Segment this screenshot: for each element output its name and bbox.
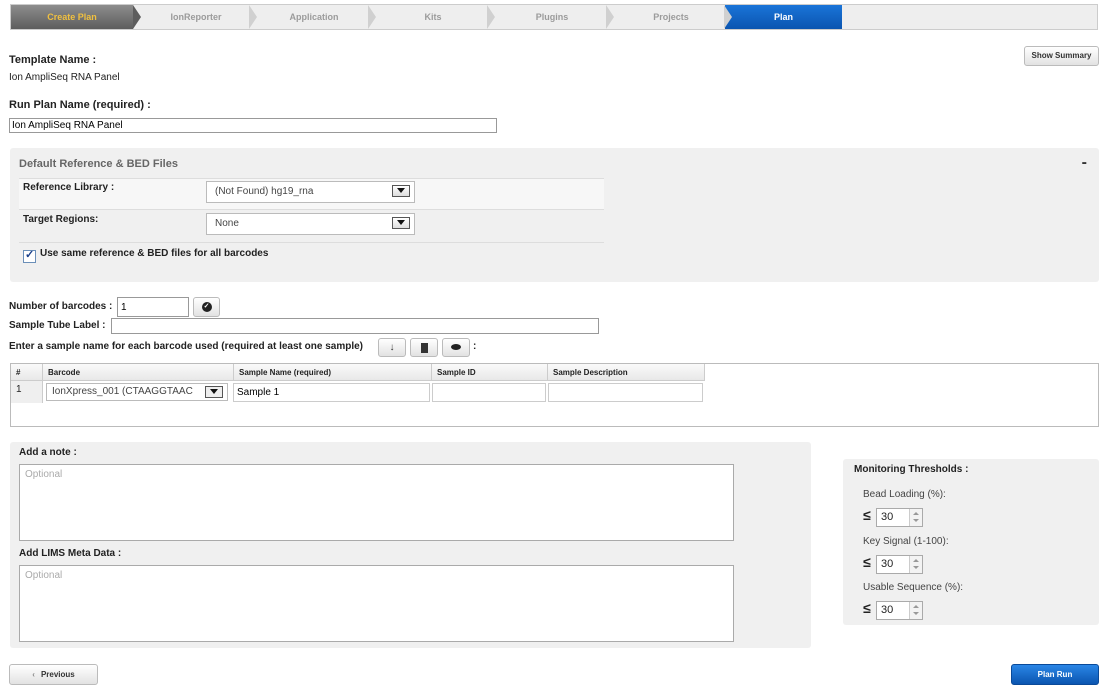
barcode-select[interactable]: IonXpress_001 (CTAAGGTAAC (46, 383, 228, 401)
template-name-label: Template Name : (9, 54, 97, 66)
run-plan-name-label: Run Plan Name (required) : (9, 99, 151, 111)
step-plan[interactable]: Plan (725, 5, 842, 29)
col-header-sample-name: Sample Name (required) (234, 364, 432, 381)
lims-label: Add LIMS Meta Data : (19, 548, 122, 559)
eye-icon (451, 344, 461, 350)
le-icon: ≤ (863, 507, 871, 523)
spinner-arrows-icon[interactable] (909, 556, 922, 573)
previous-button[interactable]: ‹ Previous (9, 664, 98, 685)
step-create-plan[interactable]: Create Plan (11, 5, 133, 29)
same-files-checkbox[interactable]: ✓ (23, 249, 36, 263)
note-textarea[interactable]: Optional (19, 464, 734, 541)
sample-name-input[interactable] (233, 383, 430, 402)
usable-sequence-label: Usable Sequence (%): (863, 582, 964, 593)
step-separator (606, 5, 614, 29)
spinner-arrows-icon[interactable] (909, 602, 922, 619)
step-application[interactable]: Application (259, 5, 369, 29)
collapse-button[interactable]: - (1082, 154, 1087, 172)
note-placeholder: Optional (25, 469, 63, 480)
samples-table: # Barcode Sample Name (required) Sample … (10, 363, 1099, 427)
apply-barcodes-button[interactable]: ✓ (193, 297, 220, 317)
reference-library-label: Reference Library : (23, 182, 115, 193)
lims-textarea[interactable]: Optional (19, 565, 734, 642)
reference-library-select[interactable]: (Not Found) hg19_rna (206, 181, 415, 203)
trash-icon (420, 343, 428, 353)
spinner-arrows-icon[interactable] (909, 509, 922, 526)
barcode-value: IonXpress_001 (CTAAGGTAAC (52, 386, 193, 397)
bead-loading-label: Bead Loading (%): (863, 489, 946, 500)
add-note-label: Add a note : (19, 447, 77, 458)
number-of-barcodes-label: Number of barcodes : (9, 301, 113, 312)
notes-panel: Add a note : Optional Add LIMS Meta Data… (10, 442, 811, 648)
col-header-barcode: Barcode (43, 364, 234, 381)
step-ionreporter[interactable]: IonReporter (141, 5, 251, 29)
delete-button[interactable] (410, 338, 438, 357)
col-header-sample-id: Sample ID (432, 364, 548, 381)
bead-loading-value: 30 (881, 511, 894, 523)
chevron-down-icon (392, 217, 410, 229)
step-separator (133, 5, 141, 29)
download-button[interactable]: ↓ (378, 338, 406, 357)
usable-sequence-value: 30 (881, 604, 894, 616)
sample-instruction: Enter a sample name for each barcode use… (9, 341, 364, 352)
plan-run-button[interactable]: Plan Run (1011, 664, 1099, 685)
reference-panel: Default Reference & BED Files - Referenc… (10, 148, 1099, 282)
sample-tube-label: Sample Tube Label : (9, 320, 106, 331)
le-icon: ≤ (863, 554, 871, 570)
col-header-sample-description: Sample Description (548, 364, 705, 381)
key-signal-label: Key Signal (1-100): (863, 536, 949, 547)
step-separator (487, 5, 495, 29)
download-arrow-icon: ↓ (389, 342, 395, 353)
step-separator (249, 5, 257, 29)
same-files-label: Use same reference & BED files for all b… (40, 248, 269, 259)
sample-tube-label-input[interactable] (111, 318, 599, 334)
reference-library-value: (Not Found) hg19_rna (215, 186, 314, 197)
target-regions-select[interactable]: None (206, 213, 415, 235)
target-regions-value: None (215, 218, 239, 229)
lims-placeholder: Optional (25, 570, 63, 581)
key-signal-value: 30 (881, 558, 894, 570)
row-number: 1 (11, 381, 43, 403)
thresholds-panel: Monitoring Thresholds : Bead Loading (%)… (843, 459, 1099, 625)
target-regions-label: Target Regions: (23, 214, 99, 225)
step-separator (368, 5, 376, 29)
col-header-num: # (11, 364, 43, 381)
wizard-steps: Create Plan IonReporter Application Kits… (10, 4, 1098, 30)
instruction-suffix: : (473, 341, 477, 352)
key-signal-input[interactable]: 30 (876, 555, 923, 574)
sample-id-input[interactable] (432, 383, 546, 402)
template-name-value: Ion AmpliSeq RNA Panel (9, 72, 120, 83)
step-plugins[interactable]: Plugins (497, 5, 607, 29)
step-projects[interactable]: Projects (616, 5, 726, 29)
step-separator (724, 5, 732, 29)
reference-panel-title: Default Reference & BED Files (19, 158, 178, 170)
view-button[interactable] (442, 338, 470, 357)
bead-loading-input[interactable]: 30 (876, 508, 923, 527)
sample-description-input[interactable] (548, 383, 703, 402)
checkmark-icon: ✓ (25, 249, 35, 261)
table-row: 1 IonXpress_001 (CTAAGGTAAC (11, 381, 705, 403)
run-plan-name-input[interactable] (9, 118, 497, 133)
step-kits[interactable]: Kits (378, 5, 488, 29)
usable-sequence-input[interactable]: 30 (876, 601, 923, 620)
check-circle-icon: ✓ (201, 302, 212, 312)
thresholds-title: Monitoring Thresholds : (854, 464, 969, 475)
number-of-barcodes-input[interactable] (117, 297, 189, 317)
le-icon: ≤ (863, 600, 871, 616)
chevron-down-icon (205, 386, 223, 398)
chevron-down-icon (392, 185, 410, 197)
show-summary-button[interactable]: Show Summary (1024, 46, 1099, 66)
previous-label: Previous (40, 670, 75, 679)
reference-divider (19, 242, 604, 243)
chevron-left-icon: ‹ (32, 670, 35, 679)
